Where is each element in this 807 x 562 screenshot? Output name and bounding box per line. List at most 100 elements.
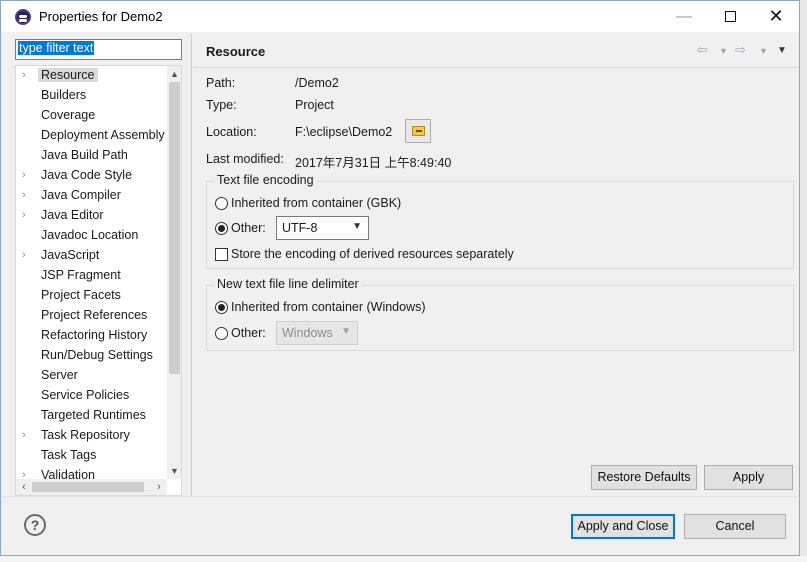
tree-item[interactable]: Service Policies	[16, 386, 167, 406]
folder-browse-icon	[412, 126, 425, 136]
delimiter-select-value: Windows	[282, 326, 333, 340]
expand-arrow-icon[interactable]: ›	[22, 189, 26, 201]
tree-item-label: Coverage	[41, 108, 96, 122]
type-value: Project	[295, 98, 334, 112]
delimiter-select[interactable]: Windows ▼	[276, 321, 358, 345]
expand-arrow-icon[interactable]: ›	[22, 429, 26, 441]
expand-arrow-icon[interactable]: ›	[22, 169, 26, 181]
encoding-inherited-radio[interactable]	[215, 197, 228, 210]
scroll-left-icon[interactable]: ‹	[16, 479, 32, 495]
minimize-button[interactable]: —	[661, 1, 707, 32]
tree-item-label: Deployment Assembly	[41, 128, 165, 142]
store-encoding-label: Store the encoding of derived resources …	[231, 247, 514, 261]
text-encoding-group: Text file encoding Inherited from contai…	[206, 173, 794, 269]
maximize-button[interactable]	[707, 1, 753, 32]
tree-list: › Resource Builders Coverage Deployment Asse…	[16, 66, 167, 479]
type-label: Type:	[206, 98, 237, 112]
tree-item[interactable]: Targeted Runtimes	[16, 406, 167, 426]
tree-item-label: JSP Fragment	[41, 268, 121, 282]
tree-item-label: Java Editor	[41, 208, 104, 222]
encoding-inherited-label: Inherited from container (GBK)	[231, 196, 402, 210]
tree-vertical-scrollbar[interactable]: ▲ ▼	[167, 66, 181, 479]
delimiter-other-label: Other:	[231, 326, 266, 340]
encoding-other-radio[interactable]	[215, 222, 228, 235]
tree-item[interactable]: › Validation	[16, 466, 167, 479]
show-in-explorer-button[interactable]	[405, 119, 431, 143]
location-label: Location:	[206, 125, 257, 139]
scroll-down-icon[interactable]: ▼	[167, 463, 181, 479]
tree-item[interactable]: › Java Compiler	[16, 186, 167, 206]
apply-button[interactable]: Apply	[704, 465, 793, 490]
tree-item-label: Project References	[41, 308, 148, 322]
tree-item-label: Project Facets	[41, 288, 121, 302]
tree-item[interactable]: Javadoc Location	[16, 226, 167, 246]
tree-item[interactable]: Builders	[16, 86, 167, 106]
background-window-strip	[0, 556, 807, 562]
tree-item-label: Java Compiler	[41, 188, 121, 202]
page-title: Resource	[206, 44, 266, 59]
tree-item[interactable]: Server	[16, 366, 167, 386]
expand-arrow-icon[interactable]: ›	[22, 69, 26, 81]
expand-arrow-icon[interactable]: ›	[22, 469, 26, 479]
tree-item[interactable]: › JavaScript	[16, 246, 167, 266]
store-encoding-checkbox[interactable]	[215, 248, 228, 261]
tree-item-label: Targeted Runtimes	[41, 408, 146, 422]
tree-item[interactable]: Java Build Path	[16, 146, 167, 166]
tree-item[interactable]: Refactoring History	[16, 326, 167, 346]
forward-arrow-icon[interactable]: ⇨	[735, 42, 746, 58]
tree-item[interactable]: › Java Code Style	[16, 166, 167, 186]
expand-arrow-icon[interactable]: ›	[22, 249, 26, 261]
tree-item[interactable]: Run/Debug Settings	[16, 346, 167, 366]
line-delimiter-group: New text file line delimiter Inherited f…	[206, 277, 794, 351]
chevron-down-icon: ▼	[341, 326, 351, 337]
scroll-thumb[interactable]	[169, 82, 180, 374]
tree-item[interactable]: › Java Editor	[16, 206, 167, 226]
tree-item-label: Builders	[41, 88, 87, 102]
properties-dialog: Properties for Demo2 — ✕ type filter tex…	[0, 0, 800, 556]
modified-value: 2017年7月31日 上午8:49:40	[295, 156, 452, 170]
header-separator	[193, 67, 799, 68]
scroll-right-icon[interactable]: ›	[151, 479, 167, 495]
path-label: Path:	[206, 76, 236, 90]
title-bar[interactable]: Properties for Demo2 — ✕	[1, 1, 799, 32]
tree-item-label: Service Policies	[41, 388, 130, 402]
apply-and-close-button[interactable]: Apply and Close	[571, 514, 675, 539]
background-window-edge	[800, 0, 807, 556]
tree-item[interactable]: › Task Repository	[16, 426, 167, 446]
forward-dropdown-icon[interactable]: ▼	[759, 46, 768, 56]
tree-item-label: Refactoring History	[41, 328, 148, 342]
tree-item-label: Run/Debug Settings	[41, 348, 153, 362]
pane-divider[interactable]	[191, 34, 192, 496]
tree-item[interactable]: › Resource	[16, 66, 167, 86]
tree-item[interactable]: Deployment Assembly	[16, 126, 167, 146]
expand-arrow-icon[interactable]: ›	[22, 209, 26, 221]
close-button[interactable]: ✕	[753, 1, 799, 32]
delimiter-inherited-label: Inherited from container (Windows)	[231, 300, 426, 314]
cancel-button[interactable]: Cancel	[684, 514, 786, 539]
back-dropdown-icon[interactable]: ▼	[719, 46, 728, 56]
tree-item[interactable]: Project Facets	[16, 286, 167, 306]
scroll-thumb-horizontal[interactable]	[32, 482, 144, 492]
view-menu-icon[interactable]: ▼	[777, 45, 787, 56]
tree-item-label: Task Repository	[41, 428, 130, 442]
filter-input[interactable]: type filter text	[15, 39, 182, 60]
tree-item[interactable]: Coverage	[16, 106, 167, 126]
restore-defaults-button[interactable]: Restore Defaults	[591, 465, 697, 490]
tree-item[interactable]: Task Tags	[16, 446, 167, 466]
scroll-up-icon[interactable]: ▲	[167, 66, 181, 82]
encoding-select[interactable]: UTF-8 ▼	[276, 216, 369, 240]
line-delimiter-title: New text file line delimiter	[215, 277, 361, 291]
tree-horizontal-scrollbar[interactable]: ‹ ›	[16, 479, 167, 495]
help-icon[interactable]: ?	[24, 514, 46, 536]
location-value: F:\eclipse\Demo2	[295, 125, 393, 139]
chevron-down-icon: ▼	[352, 221, 362, 232]
tree-item-label: Java Code Style	[41, 168, 133, 182]
encoding-other-label: Other:	[231, 221, 266, 235]
tree-item[interactable]: JSP Fragment	[16, 266, 167, 286]
back-arrow-icon[interactable]: ⇦	[697, 42, 708, 58]
eclipse-icon	[15, 9, 31, 25]
delimiter-other-radio[interactable]	[215, 327, 228, 340]
tree-item[interactable]: Project References	[16, 306, 167, 326]
tree-item-label: Server	[41, 368, 78, 382]
delimiter-inherited-radio[interactable]	[215, 301, 228, 314]
